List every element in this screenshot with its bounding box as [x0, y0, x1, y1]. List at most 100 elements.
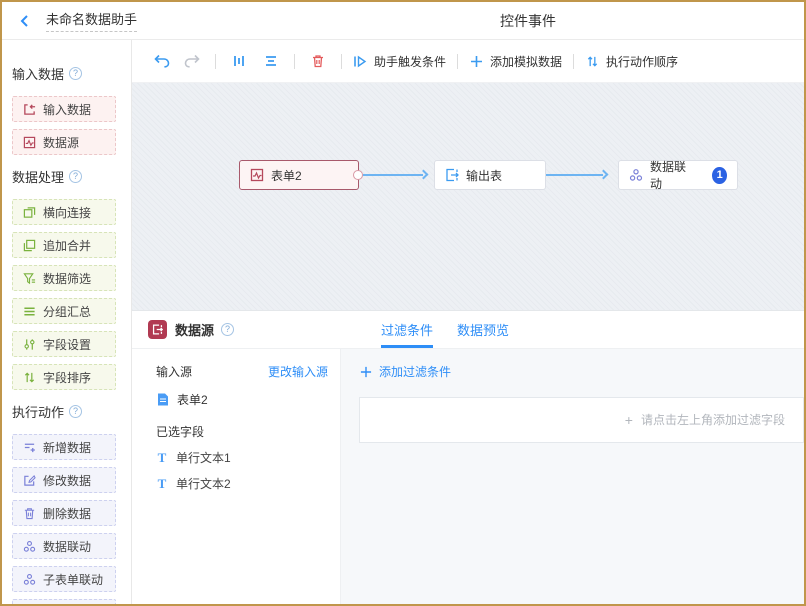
sidebar-item-label: 修改数据 [43, 472, 91, 489]
redo-button[interactable] [180, 49, 204, 73]
sidebar-section-process: 数据处理 [12, 167, 131, 186]
plus-icon [359, 365, 373, 379]
sidebar-item-label: 子表单联动 [43, 571, 103, 588]
sidebar: 输入数据 输入数据 数据源 数据处理 [2, 40, 132, 604]
sidebar-item-field-settings[interactable]: 字段设置 [12, 331, 116, 357]
add-filter-button[interactable]: 添加过滤条件 [359, 363, 451, 380]
help-icon[interactable] [69, 170, 82, 183]
toolbar-divider [341, 54, 342, 69]
help-icon[interactable] [69, 67, 82, 80]
append-merge-icon [22, 238, 36, 252]
flow-canvas[interactable]: 表单2 输出表 数据联动 1 [132, 82, 804, 310]
subform-linkage-icon [22, 572, 36, 586]
trigger-condition-label: 助手触发条件 [374, 53, 446, 70]
sidebar-item-label: 字段设置 [43, 336, 91, 353]
node-output-table[interactable]: 输出表 [434, 160, 546, 190]
flow-edge [546, 174, 603, 176]
horizontal-join-icon [22, 205, 36, 219]
layout-horizontal-icon[interactable] [259, 49, 283, 73]
sidebar-item-field-sort[interactable]: 字段排序 [12, 364, 116, 390]
flow-edge [363, 174, 423, 176]
change-source-link[interactable]: 更改输入源 [268, 363, 328, 380]
sidebar-item-delete-data[interactable]: 删除数据 [12, 500, 116, 526]
sidebar-item-label: 追加合并 [43, 237, 91, 254]
canvas-toolbar: 助手触发条件 添加模拟数据 执行动作顺序 [132, 40, 804, 82]
plus-icon [469, 54, 483, 68]
flow-arrow-icon [599, 170, 609, 180]
sidebar-item-label: 新增数据 [43, 439, 91, 456]
toolbar-divider [215, 54, 216, 69]
node-label: 表单2 [271, 167, 302, 184]
sidebar-item-horizontal-join[interactable]: 横向连接 [12, 199, 116, 225]
config-panel: 数据源 过滤条件 数据预览 输入源 更改输入源 [132, 310, 804, 604]
add-mock-data-label: 添加模拟数据 [490, 53, 562, 70]
add-mock-data-button[interactable]: 添加模拟数据 [469, 53, 562, 70]
field-name: 单行文本1 [176, 449, 231, 466]
source-item: 表单2 [156, 391, 328, 408]
field-item: T 单行文本1 [156, 449, 328, 466]
trigger-icon [353, 54, 367, 68]
tab-filter-conditions[interactable]: 过滤条件 [381, 311, 433, 348]
help-icon[interactable] [221, 323, 234, 336]
node-output-connector[interactable] [353, 170, 363, 180]
delete-node-button[interactable] [306, 49, 330, 73]
node-label: 数据联动 [650, 158, 691, 192]
sidebar-item-datasource[interactable]: 数据源 [12, 129, 116, 155]
node-data-linkage[interactable]: 数据联动 1 [618, 160, 738, 190]
input-source-label: 输入源 [156, 363, 192, 380]
sidebar-item-group-summary[interactable]: 分组汇总 [12, 298, 116, 324]
node-count-badge: 1 [712, 167, 727, 184]
section-label: 执行动作 [12, 402, 64, 421]
page-title: 控件事件 [500, 11, 556, 31]
field-sort-icon [22, 370, 36, 384]
sidebar-item-subform-linkage[interactable]: 子表单联动 [12, 566, 116, 592]
sidebar-item-message-push[interactable]: 消息推送 [12, 599, 116, 604]
app-window: 未命名数据助手 控件事件 输入数据 输入数据 数据源 数据 [0, 0, 806, 606]
sidebar-item-label: 分组汇总 [43, 303, 91, 320]
edit-icon [22, 473, 36, 487]
add-data-icon [22, 440, 36, 454]
sidebar-item-data-filter[interactable]: 数据筛选 [12, 265, 116, 291]
import-icon [22, 102, 36, 116]
source-name: 表单2 [177, 391, 208, 408]
toolbar-divider [457, 54, 458, 69]
top-bar: 未命名数据助手 控件事件 [2, 2, 804, 40]
layout-vertical-icon[interactable] [227, 49, 251, 73]
panel-title: 数据源 [175, 320, 214, 339]
help-icon[interactable] [69, 405, 82, 418]
sidebar-section-input: 输入数据 [12, 64, 131, 83]
node-form2[interactable]: 表单2 [239, 160, 359, 190]
sidebar-item-modify-data[interactable]: 修改数据 [12, 467, 116, 493]
filter-empty-state: + 请点击左上角添加过滤字段 [359, 397, 804, 443]
linkage-icon [22, 539, 36, 553]
filter-conditions-panel: 添加过滤条件 + 请点击左上角添加过滤字段 [341, 349, 804, 604]
sidebar-item-label: 消息推送 [43, 604, 91, 605]
plus-icon: + [625, 412, 633, 428]
document-title[interactable]: 未命名数据助手 [46, 9, 137, 32]
sidebar-item-label: 输入数据 [43, 101, 91, 118]
filter-funnel-icon [22, 271, 36, 285]
field-name: 单行文本2 [176, 475, 231, 492]
sidebar-item-input-data[interactable]: 输入数据 [12, 96, 116, 122]
field-settings-icon [22, 337, 36, 351]
text-field-icon: T [156, 450, 168, 466]
node-label: 输出表 [466, 167, 502, 184]
undo-button[interactable] [150, 49, 174, 73]
flow-arrow-icon [419, 170, 429, 180]
tab-data-preview[interactable]: 数据预览 [457, 311, 509, 348]
toolbar-divider [294, 54, 295, 69]
sidebar-section-actions: 执行动作 [12, 402, 131, 421]
sidebar-item-data-linkage[interactable]: 数据联动 [12, 533, 116, 559]
section-label: 数据处理 [12, 167, 64, 186]
linkage-icon [629, 168, 643, 182]
sidebar-item-add-data[interactable]: 新增数据 [12, 434, 116, 460]
panel-tabs: 过滤条件 数据预览 [381, 311, 509, 348]
sidebar-item-append-merge[interactable]: 追加合并 [12, 232, 116, 258]
trigger-condition-button[interactable]: 助手触发条件 [353, 53, 446, 70]
form-doc-icon [156, 393, 170, 407]
action-order-button[interactable]: 执行动作顺序 [585, 53, 678, 70]
sidebar-item-label: 字段排序 [43, 369, 91, 386]
back-button[interactable] [18, 14, 32, 28]
config-panel-header: 数据源 过滤条件 数据预览 [132, 311, 804, 349]
back-chevron-icon [18, 14, 32, 28]
